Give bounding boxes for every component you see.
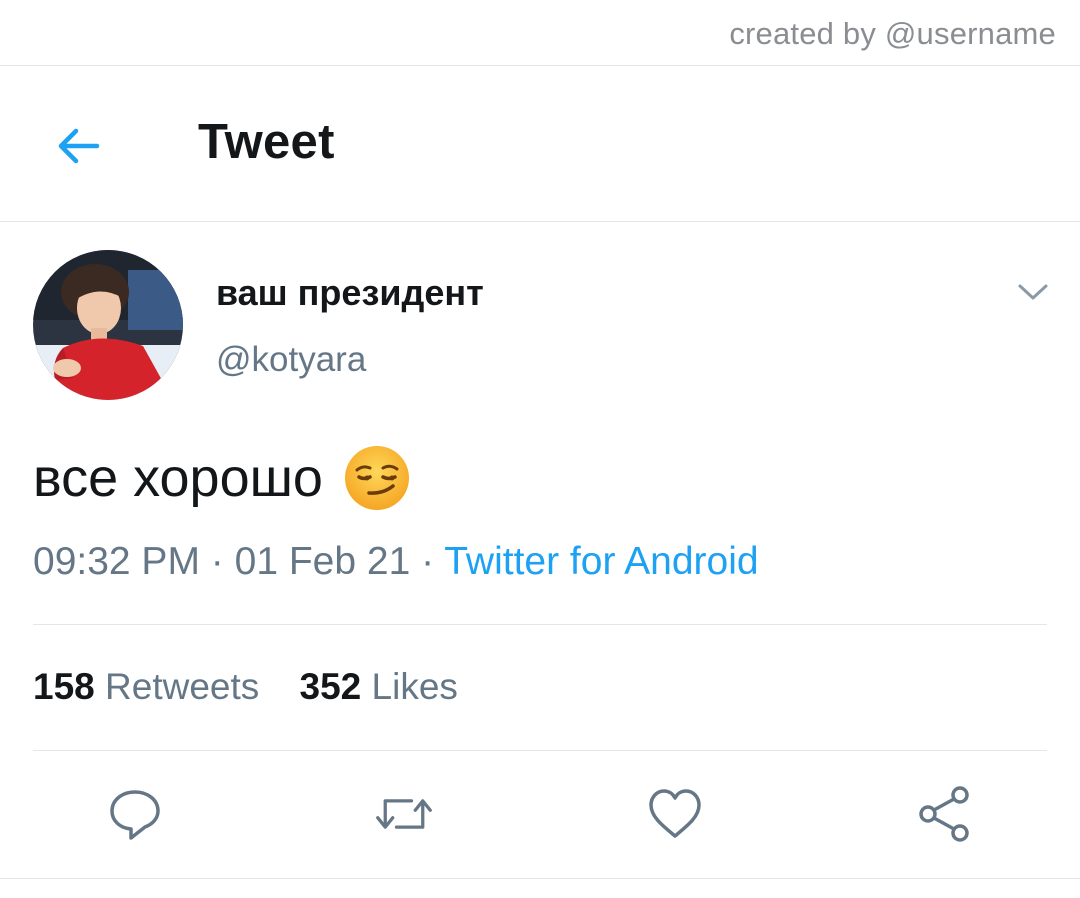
likes-count: 352 (299, 666, 362, 707)
tweet-text: все хорошо (33, 448, 323, 508)
back-button[interactable] (44, 112, 112, 180)
watermark-text: created by @username (729, 16, 1056, 51)
action-bar (0, 752, 1080, 878)
reply-icon (110, 790, 160, 840)
tweet-source-link[interactable]: Twitter for Android (444, 540, 758, 583)
share-button[interactable] (914, 784, 974, 844)
likes-stat[interactable]: 352 Likes (300, 666, 458, 708)
arrow-left-icon (58, 128, 100, 164)
watermark-bar: created by @username (0, 0, 1080, 66)
author-handle[interactable]: @kotyara (216, 340, 366, 380)
like-button[interactable] (645, 784, 705, 844)
reply-button[interactable] (105, 784, 165, 844)
retweets-label: Retweets (105, 666, 260, 707)
retweets-count: 158 (33, 666, 95, 707)
tweet-time: 09:32 PM (33, 540, 200, 583)
share-icon (919, 786, 969, 842)
meta-separator: · (421, 540, 435, 583)
tweet-date: 01 Feb 21 (234, 540, 411, 583)
more-options-button[interactable] (1012, 272, 1054, 312)
retweets-stat[interactable]: 158 Retweets (33, 666, 259, 708)
divider (33, 624, 1047, 625)
tweet-body: все хорошо (33, 444, 411, 512)
author-display-name[interactable]: ваш президент (216, 272, 484, 314)
top-app-bar: Tweet (0, 66, 1080, 222)
retweet-icon (376, 799, 432, 829)
divider (33, 750, 1047, 751)
divider (0, 878, 1080, 879)
avatar-image (33, 250, 183, 400)
chevron-down-icon (1018, 284, 1048, 300)
tweet-meta: 09:32 PM · 01 Feb 21 · Twitter for Andro… (33, 540, 759, 584)
heart-icon (649, 789, 701, 838)
tweet-stats: 158 Retweets 352 Likes (33, 666, 488, 708)
retweet-button[interactable] (374, 784, 434, 844)
smirking-face-emoji (344, 446, 409, 510)
avatar[interactable] (33, 250, 183, 400)
meta-separator: · (210, 540, 224, 583)
likes-label: Likes (371, 666, 458, 707)
page-title: Tweet (198, 115, 335, 169)
